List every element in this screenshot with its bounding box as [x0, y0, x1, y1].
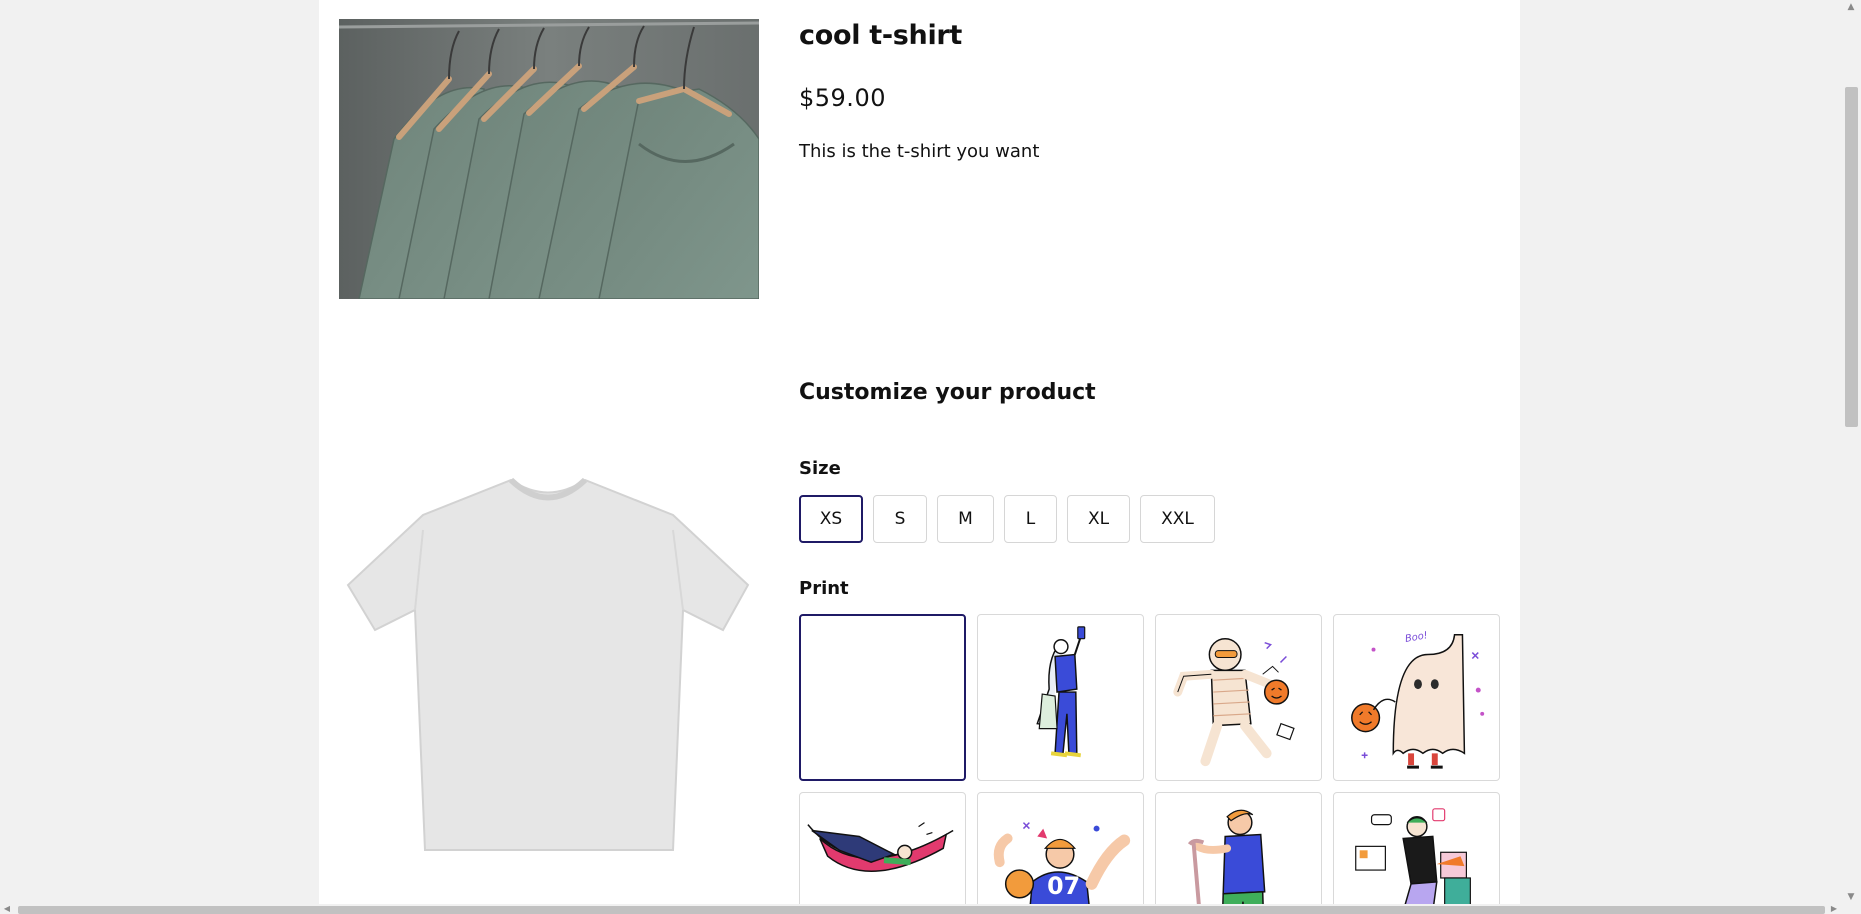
customize-heading: Customize your product — [799, 380, 1096, 405]
delivery-cyclist-print-icon — [1355, 808, 1471, 914]
print-option-mummy[interactable] — [1155, 614, 1322, 781]
scroll-down-arrow-icon[interactable]: ▼ — [1841, 890, 1861, 904]
size-label: Size — [799, 458, 841, 479]
print-option-ghost[interactable]: Boo! — [1333, 614, 1500, 781]
product-price: $59.00 — [799, 84, 886, 112]
hammock-relax-print-icon — [807, 822, 954, 872]
size-option-l[interactable]: L — [1004, 495, 1057, 543]
product-description: This is the t-shirt you want — [799, 141, 1040, 162]
print-option-blank[interactable] — [799, 614, 966, 781]
elderly-man-cane-print-icon — [1187, 809, 1266, 914]
hanging-tshirts-image — [339, 19, 759, 299]
print-option-hammock[interactable] — [799, 792, 966, 914]
vertical-scrollbar-thumb[interactable] — [1845, 87, 1858, 427]
ghost-boo-text: Boo! — [1404, 630, 1428, 645]
size-option-s[interactable]: S — [873, 495, 927, 543]
selfie-woman-print-icon — [1036, 626, 1086, 758]
product-page: cool t-shirt $59.00 This is the t-shirt … — [319, 0, 1520, 914]
blank-tshirt-icon — [346, 477, 750, 851]
size-option-xl[interactable]: XL — [1067, 495, 1130, 543]
jersey-number-text: 07 — [1047, 872, 1080, 900]
print-option-elderly-man[interactable] — [1155, 792, 1322, 914]
vertical-scrollbar[interactable]: ▲ ▼ — [1841, 0, 1861, 904]
sports-fan-print-icon: 07 — [993, 822, 1131, 914]
scroll-left-arrow-icon[interactable]: ◀ — [0, 904, 14, 914]
size-option-m[interactable]: M — [937, 495, 994, 543]
print-option-selfie[interactable] — [977, 614, 1144, 781]
print-option-delivery[interactable] — [1333, 792, 1500, 914]
scroll-right-arrow-icon[interactable]: ▶ — [1827, 904, 1841, 914]
print-options-grid: Boo! 07 — [799, 614, 1501, 914]
mummy-halloween-print-icon — [1173, 637, 1295, 767]
product-title: cool t-shirt — [799, 20, 963, 51]
tshirt-preview — [343, 470, 753, 860]
print-option-sports-fan[interactable]: 07 — [977, 792, 1144, 914]
print-label: Print — [799, 578, 849, 599]
scroll-up-arrow-icon[interactable]: ▲ — [1841, 0, 1861, 14]
ghost-halloween-print-icon: Boo! — [1351, 630, 1485, 769]
size-option-xxl[interactable]: XXL — [1140, 495, 1215, 543]
horizontal-scrollbar[interactable]: ◀ ▶ — [0, 904, 1861, 914]
horizontal-scrollbar-thumb[interactable] — [18, 906, 1825, 914]
product-photo — [339, 19, 759, 299]
size-option-xs[interactable]: XS — [799, 495, 863, 543]
